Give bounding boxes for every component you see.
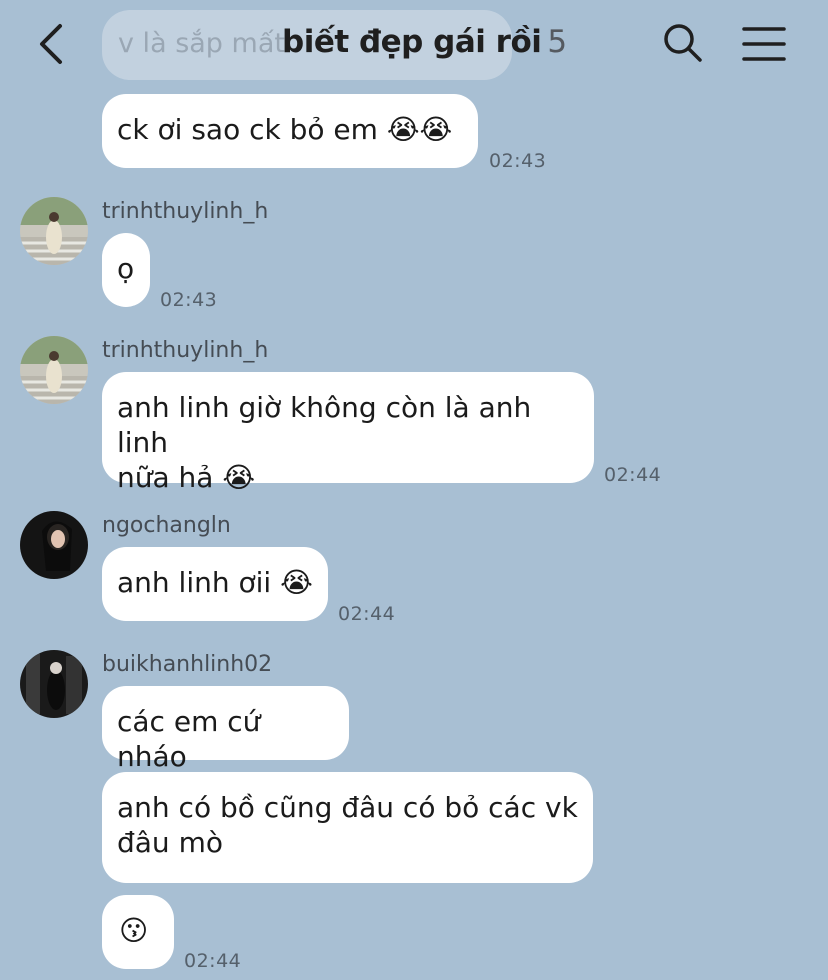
menu-button[interactable] — [740, 24, 788, 64]
message-bubble[interactable]: ọ — [102, 233, 150, 307]
message-emojis: 😭😭 — [386, 113, 453, 146]
message-time: 02:44 — [604, 464, 662, 486]
avatar-photo — [20, 650, 88, 718]
message-text: các em cứ nháo — [117, 705, 261, 773]
message-emojis: 😗 — [119, 914, 149, 947]
message-text: anh linh ơii — [117, 566, 272, 599]
message-bubble[interactable]: ck ơi sao ck bỏ em 😭😭 — [102, 94, 478, 168]
chat-header: biết đẹp gái rồi 5 — [0, 0, 828, 88]
avatar[interactable] — [20, 197, 88, 265]
group-name: biết đẹp gái rồi — [282, 24, 542, 60]
avatar[interactable] — [20, 650, 88, 718]
message-time: 02:43 — [489, 150, 547, 172]
message-text-line: đâu mò — [117, 826, 223, 859]
message-text-line: nữa hả — [117, 461, 214, 494]
message-emojis: 😭 — [280, 566, 313, 599]
avatar[interactable] — [20, 511, 88, 579]
member-count: 5 — [547, 24, 567, 60]
message-bubble[interactable]: 😗 — [102, 895, 174, 969]
search-button[interactable] — [662, 22, 704, 64]
avatar-photo — [20, 336, 88, 404]
chat-title[interactable]: biết đẹp gái rồi 5 — [282, 24, 567, 60]
message-time: 02:44 — [184, 950, 242, 972]
chevron-left-icon — [40, 24, 62, 64]
avatar-photo — [20, 197, 88, 265]
back-button[interactable] — [32, 22, 72, 66]
message-bubble[interactable]: anh linh giờ không còn là anh linh nữa h… — [102, 372, 594, 494]
search-icon — [664, 24, 702, 62]
sender-name[interactable]: trinhthuylinh_h — [102, 199, 268, 224]
sender-name[interactable]: trinhthuylinh_h — [102, 338, 268, 363]
sender-name[interactable]: ngochangln — [102, 513, 231, 538]
avatar[interactable] — [20, 336, 88, 404]
message-text: ck ơi sao ck bỏ em — [117, 113, 378, 146]
message-text-line: anh linh giờ không còn là anh linh — [117, 391, 532, 459]
message-text-line: anh có bồ cũng đâu có bỏ các vk — [117, 791, 578, 824]
message-time: 02:44 — [338, 603, 396, 625]
message-bubble[interactable]: các em cứ nháo — [102, 686, 349, 773]
message-text: ọ — [117, 252, 135, 285]
message-bubble[interactable]: anh có bồ cũng đâu có bỏ các vk đâu mò — [102, 772, 593, 883]
message-bubble[interactable]: anh linh ơii 😭 — [102, 547, 328, 621]
message-time: 02:43 — [160, 289, 218, 311]
message-emojis: 😭 — [222, 461, 256, 494]
avatar-photo — [20, 511, 88, 579]
menu-icon — [742, 27, 786, 61]
sender-name[interactable]: buikhanhlinh02 — [102, 652, 272, 677]
